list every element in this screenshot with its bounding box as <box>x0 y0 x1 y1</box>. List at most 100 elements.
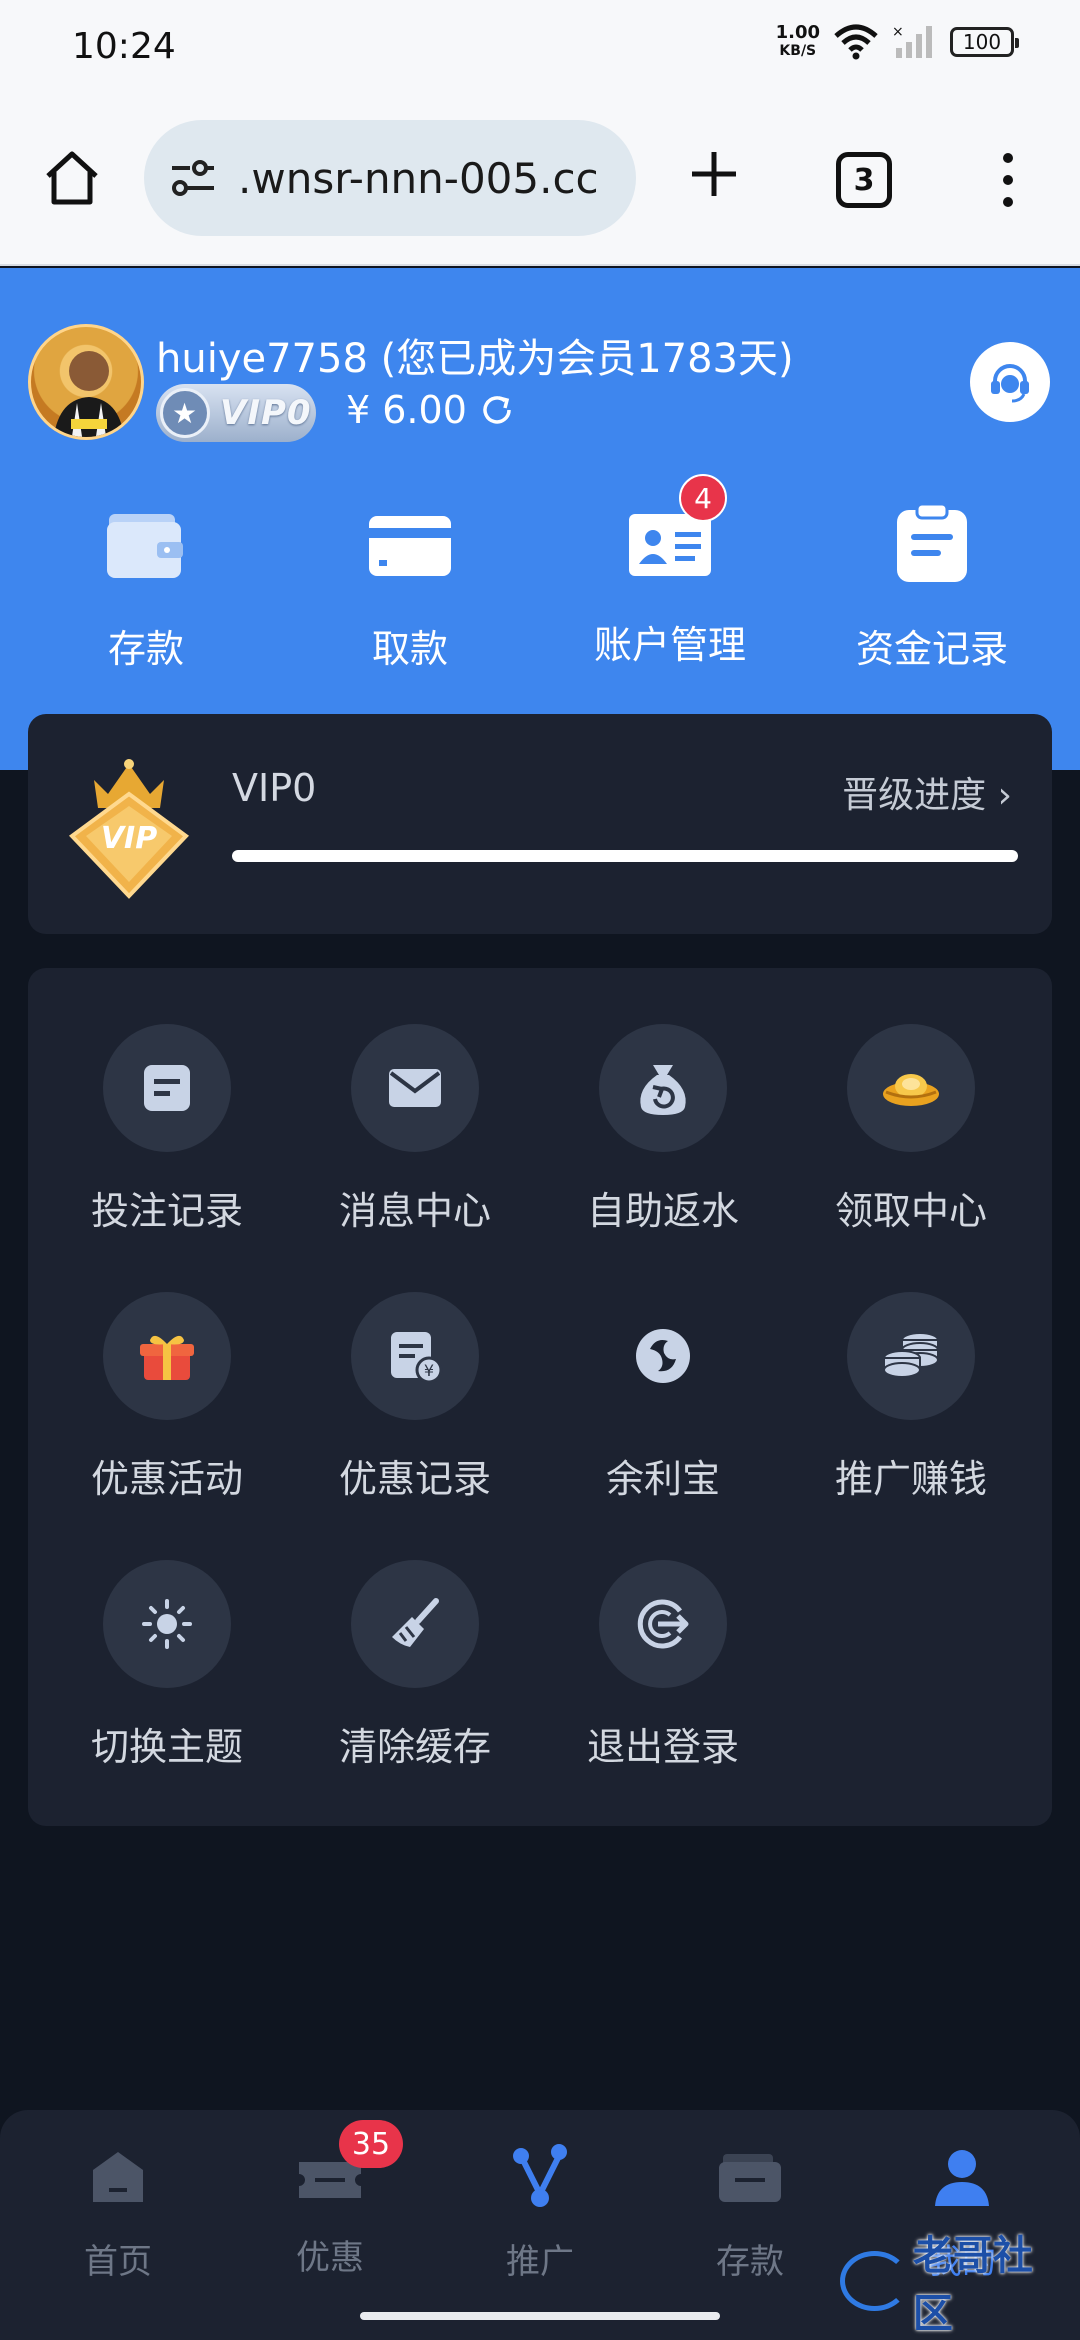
withdraw-action[interactable]: 取款 <box>310 500 510 673</box>
battery-icon: 100 <box>950 27 1019 57</box>
tab-count: 3 <box>853 162 875 198</box>
nav-promotions-label: 优惠 <box>296 2238 364 2278</box>
site-settings-icon[interactable] <box>168 158 218 198</box>
yulibao-icon <box>599 1292 727 1420</box>
promo-records-item[interactable]: ¥ 优惠记录 <box>290 1292 540 1503</box>
promotions-badge: 35 <box>339 2120 403 2168</box>
headset-icon <box>991 364 1029 403</box>
envelope-icon <box>351 1024 479 1152</box>
wallet-icon <box>107 514 183 578</box>
nav-affiliate[interactable]: 推广 <box>450 2142 630 2283</box>
upgrade-progress-link[interactable]: 晋级进度 › <box>842 766 1012 818</box>
wifi-icon <box>834 24 878 60</box>
avatar[interactable] <box>28 324 144 440</box>
deposit-label: 存款 <box>107 627 184 671</box>
status-icons: 1.00 KB/S × 100 <box>776 24 1019 60</box>
yulibao-item[interactable]: 余利宝 <box>538 1292 788 1503</box>
gold-ingot-icon <box>847 1024 975 1152</box>
nav-home-label: 首页 <box>84 2242 152 2282</box>
switch-theme-label: 切换主题 <box>90 1725 243 1769</box>
quick-actions: 存款 取款 4 账户管理 资金记录 <box>0 474 1080 720</box>
sun-icon <box>103 1560 231 1688</box>
battery-level: 100 <box>962 30 1002 54</box>
address-bar[interactable]: .wnsr-nnn-005.cc <box>144 120 636 236</box>
gift-icon <box>103 1292 231 1420</box>
net-speed-value: 1.00 <box>775 22 820 43</box>
star-icon: ★ <box>160 388 210 438</box>
withdraw-label: 取款 <box>371 627 448 671</box>
vip-crest-text: VIP <box>101 821 157 856</box>
self-rebate-item[interactable]: 自助返水 <box>538 1024 788 1235</box>
promotions-label: 优惠活动 <box>90 1457 243 1501</box>
ticket-icon: 35 <box>295 2120 403 2212</box>
home-icon[interactable] <box>40 146 104 210</box>
logout-label: 退出登录 <box>586 1725 739 1769</box>
deposit-action[interactable]: 存款 <box>46 500 246 673</box>
account-management-action[interactable]: 4 账户管理 <box>570 474 770 669</box>
claim-center-item[interactable]: 领取中心 <box>786 1024 1036 1235</box>
balance-amount: ¥ 6.00 <box>346 388 467 432</box>
browser-toolbar: .wnsr-nnn-005.cc 3 <box>0 96 1080 266</box>
status-time: 10:24 <box>72 26 176 67</box>
net-speed-unit: KB/S <box>779 43 817 59</box>
watermark-logo-icon <box>840 2251 909 2311</box>
share-branch-icon <box>513 2144 567 2207</box>
profile-header: huiye7758 (您已成为会员1783天) ★ VIP0 ¥ 6.00 存款… <box>0 268 1080 770</box>
url-text[interactable]: .wnsr-nnn-005.cc <box>238 154 608 203</box>
clear-cache-item[interactable]: 清除缓存 <box>290 1560 540 1771</box>
wallet-nav-icon <box>719 2154 781 2202</box>
bet-records-label: 投注记录 <box>90 1189 243 1233</box>
fund-records-label: 资金记录 <box>855 627 1008 671</box>
coins-icon <box>847 1292 975 1420</box>
home-nav-icon <box>93 2152 143 2202</box>
yulibao-label: 余利宝 <box>605 1457 720 1501</box>
vip-badge-label: VIP0 <box>220 393 312 433</box>
document-icon <box>103 1024 231 1152</box>
net-speed: 1.00 KB/S <box>776 24 820 60</box>
avatar-image <box>53 351 125 437</box>
vip-crest-icon: VIP <box>68 759 190 899</box>
watermark: 老哥社区 <box>840 2233 1070 2337</box>
affiliate-item[interactable]: 推广赚钱 <box>786 1292 1036 1503</box>
self-rebate-label: 自助返水 <box>586 1189 739 1233</box>
gesture-bar[interactable] <box>360 2312 720 2320</box>
new-tab-icon[interactable] <box>686 146 742 202</box>
card-icon <box>369 516 451 576</box>
vip-progress-bar <box>232 850 1018 862</box>
balance: ¥ 6.00 <box>346 388 517 432</box>
claim-center-label: 领取中心 <box>834 1189 987 1233</box>
receipt-icon: ¥ <box>351 1292 479 1420</box>
watermark-text: 老哥社区 <box>912 2233 1033 2337</box>
logout-item[interactable]: 退出登录 <box>538 1560 788 1771</box>
vip-level: VIP0 <box>232 766 317 810</box>
customer-service-button[interactable] <box>970 342 1050 422</box>
menu-grid: 投注记录 消息中心 自助返水 领取中心 优惠活动 ¥ 优惠记录 余利宝 推广赚钱… <box>28 968 1052 1826</box>
affiliate-label: 推广赚钱 <box>834 1457 987 1501</box>
logout-icon <box>599 1560 727 1688</box>
promotions-item[interactable]: 优惠活动 <box>42 1292 292 1503</box>
id-card-icon: 4 <box>625 474 727 590</box>
broom-icon <box>351 1560 479 1688</box>
vip-card[interactable]: VIP VIP0 晋级进度 › <box>28 714 1052 934</box>
username: huiye7758 (您已成为会员1783天) <box>156 336 794 382</box>
nav-home[interactable]: 首页 <box>28 2142 208 2283</box>
clear-cache-label: 清除缓存 <box>338 1725 491 1769</box>
user-icon <box>935 2150 989 2206</box>
vip-badge[interactable]: ★ VIP0 <box>156 384 316 442</box>
fund-records-action[interactable]: 资金记录 <box>832 500 1032 673</box>
signal-icon: × <box>892 24 932 58</box>
svg-text:×: × <box>892 24 904 40</box>
money-bag-icon <box>599 1024 727 1152</box>
nav-deposit-label: 存款 <box>716 2242 784 2282</box>
switch-theme-item[interactable]: 切换主题 <box>42 1560 292 1771</box>
message-center-item[interactable]: 消息中心 <box>290 1024 540 1235</box>
tab-switcher-button[interactable]: 3 <box>836 152 892 208</box>
overflow-menu-icon[interactable] <box>1000 152 1016 208</box>
refresh-icon[interactable] <box>477 390 517 430</box>
nav-affiliate-label: 推广 <box>506 2242 574 2282</box>
bet-records-item[interactable]: 投注记录 <box>42 1024 292 1235</box>
clipboard-icon <box>897 502 967 582</box>
nav-deposit[interactable]: 存款 <box>660 2142 840 2283</box>
nav-promotions[interactable]: 35 优惠 <box>240 2120 420 2279</box>
account-management-label: 账户管理 <box>593 623 746 667</box>
